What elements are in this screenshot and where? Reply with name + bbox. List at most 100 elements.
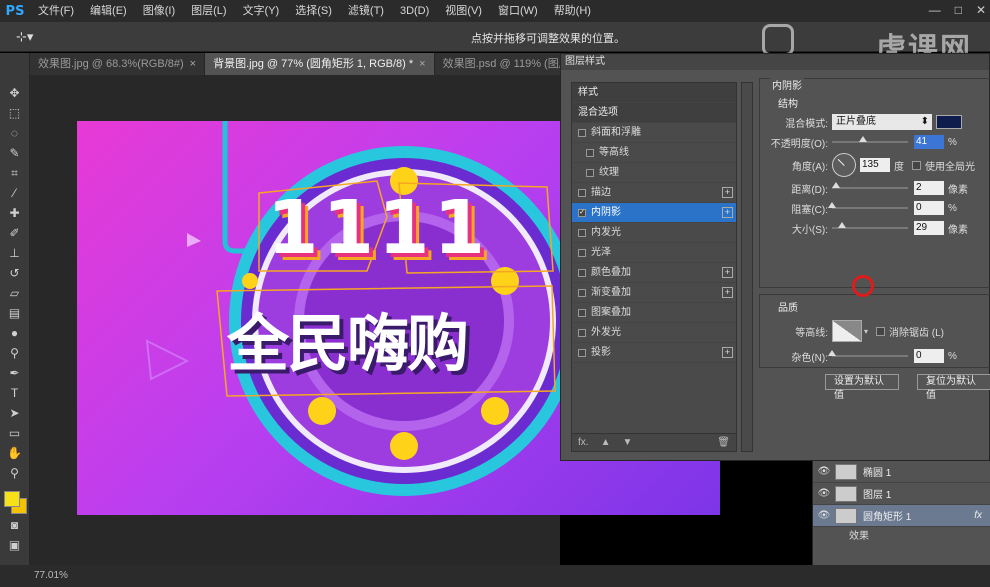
add-style-icon[interactable]: + [722,267,733,278]
reset-default-button[interactable]: 复位为默认值 [917,374,990,401]
dodge-tool-icon[interactable]: ⚲ [4,343,26,363]
size-input[interactable]: 29 [914,221,944,235]
layer-effects-row[interactable]: 效果 [813,527,990,542]
style-item[interactable]: 等高线 [572,143,736,163]
menu-item[interactable]: 文字(Y) [235,0,288,22]
menu-item[interactable]: 文件(F) [30,0,82,22]
layer-fx-badge[interactable]: fx [974,510,982,521]
style-item[interactable]: 图案叠加 [572,303,736,323]
distance-input[interactable]: 2 [914,181,944,195]
global-light-checkbox[interactable] [912,160,921,170]
style-checkbox[interactable] [578,288,586,297]
trash-icon[interactable]: 🗑 [717,437,730,448]
zoom-readout[interactable]: 77.01% [34,570,68,581]
distance-slider-knob[interactable] [832,182,840,188]
document-tab[interactable]: 背景图.jpg @ 77% (圆角矩形 1, RGB/8) * × [205,53,435,75]
foreground-color[interactable] [3,491,20,507]
layer-row[interactable]: 👁 图层 1 [813,483,990,505]
menu-item[interactable]: 滤镜(T) [340,0,392,22]
style-checkbox[interactable]: ✓ [578,208,586,217]
opacity-slider[interactable] [832,136,908,143]
size-slider-knob[interactable] [838,222,846,228]
noise-input[interactable]: 0 [914,349,944,363]
noise-slider[interactable] [828,350,908,357]
style-checkbox[interactable] [586,168,594,177]
size-slider[interactable] [832,222,908,229]
menu-item[interactable]: 图像(I) [135,0,183,22]
close-icon[interactable]: ✕ [976,3,986,17]
style-item[interactable]: 颜色叠加 + [572,263,736,283]
style-checkbox[interactable] [578,188,586,197]
style-checkbox[interactable] [578,328,586,337]
style-item[interactable]: ✓ 内阴影 + [572,203,736,223]
lasso-tool-icon[interactable]: ◌ [4,123,26,143]
angle-dial[interactable] [832,153,856,177]
quick-select-tool-icon[interactable]: ✎ [4,143,26,163]
blur-tool-icon[interactable]: ● [4,323,26,343]
tab-close-icon[interactable]: × [419,58,425,70]
color-swatches[interactable] [2,489,28,515]
style-item[interactable]: 纹理 [572,163,736,183]
contour-dropdown-icon[interactable]: ▾ [864,327,868,336]
antialias-checkbox[interactable] [876,326,886,336]
style-item[interactable]: 渐变叠加 + [572,283,736,303]
canvas-area[interactable]: 1111 全民嗨购 [30,75,720,565]
style-checkbox[interactable] [578,228,586,237]
maximize-icon[interactable]: □ [955,3,962,17]
add-style-icon[interactable]: + [722,207,733,218]
eyedropper-tool-icon[interactable]: ⁄ [4,183,26,203]
style-item[interactable]: 样式 [572,83,736,103]
style-item[interactable]: 投影 + [572,343,736,363]
move-down-icon[interactable]: ▼ [622,437,632,448]
fx-icon[interactable]: fx. [578,437,589,448]
menu-item[interactable]: 编辑(E) [82,0,135,22]
style-item[interactable]: 外发光 [572,323,736,343]
style-item[interactable]: 描边 + [572,183,736,203]
menu-item[interactable]: 图层(L) [183,0,234,22]
choke-input[interactable]: 0 [914,201,944,215]
move-up-icon[interactable]: ▲ [601,437,611,448]
crop-tool-icon[interactable]: ⌗ [4,163,26,183]
menu-item[interactable]: 窗口(W) [490,0,546,22]
screen-mode-icon[interactable]: ▣ [4,535,26,555]
move-tool-preset-icon[interactable]: ⊹▾ [0,29,40,45]
menu-item[interactable]: 视图(V) [437,0,490,22]
menu-item[interactable]: 帮助(H) [546,0,599,22]
eraser-tool-icon[interactable]: ▱ [4,283,26,303]
style-checkbox[interactable] [578,308,586,317]
gradient-tool-icon[interactable]: ▤ [4,303,26,323]
opacity-slider-knob[interactable] [859,136,868,142]
shape-tool-icon[interactable]: ▭ [4,423,26,443]
contour-picker[interactable] [832,320,862,342]
angle-input[interactable]: 135 [860,158,890,172]
noise-slider-knob[interactable] [828,350,836,356]
type-tool-icon[interactable]: T [4,383,26,403]
tab-close-icon[interactable]: × [190,58,196,70]
marquee-tool-icon[interactable]: ⬚ [4,103,26,123]
style-item[interactable]: 内发光 [572,223,736,243]
document-tab[interactable]: 效果图.jpg @ 68.3%(RGB/8#) × [30,53,206,75]
style-item[interactable]: 混合选项 [572,103,736,123]
distance-slider[interactable] [832,182,908,189]
style-checkbox[interactable] [586,148,594,157]
style-list-scroll[interactable] [741,82,753,452]
layer-row[interactable]: 👁 圆角矩形 1 fx [813,505,990,527]
brush-tool-icon[interactable]: ✐ [4,223,26,243]
path-select-tool-icon[interactable]: ➤ [4,403,26,423]
style-checkbox[interactable] [578,268,586,277]
move-tool-icon[interactable]: ✥ [4,83,26,103]
style-item[interactable]: 斜面和浮雕 [572,123,736,143]
set-default-button[interactable]: 设置为默认值 [825,374,899,401]
quick-mask-icon[interactable]: ◙ [4,515,26,535]
style-checkbox[interactable] [578,128,586,137]
add-style-icon[interactable]: + [722,187,733,198]
minimize-icon[interactable]: — [929,3,941,17]
layer-row[interactable]: 👁 椭圆 1 [813,461,990,483]
style-item[interactable]: 光泽 [572,243,736,263]
history-brush-tool-icon[interactable]: ↺ [4,263,26,283]
stamp-tool-icon[interactable]: ⊥ [4,243,26,263]
visibility-eye-icon[interactable]: 👁 [813,510,835,521]
menu-item[interactable]: 选择(S) [287,0,340,22]
healing-tool-icon[interactable]: ✚ [4,203,26,223]
style-checkbox[interactable] [578,248,586,257]
